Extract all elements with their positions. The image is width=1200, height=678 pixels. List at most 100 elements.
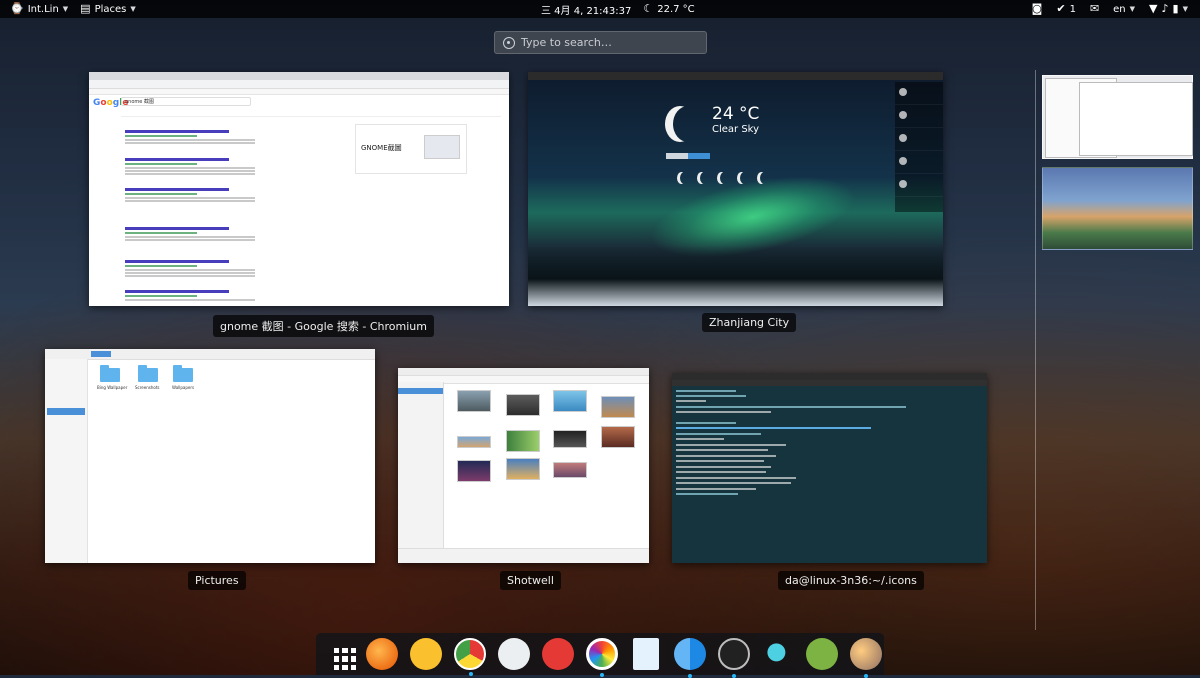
shotwell-titlebar[interactable] xyxy=(398,368,649,376)
browser-address-bar[interactable] xyxy=(89,80,509,89)
finder-icon[interactable] xyxy=(674,638,706,678)
language-indicator[interactable]: en ▼ xyxy=(1107,0,1141,18)
photo-thumbnail[interactable] xyxy=(553,430,587,448)
side-forecast-item[interactable] xyxy=(895,82,943,105)
mail-indicator[interactable]: ✉ xyxy=(1084,0,1105,18)
search-result[interactable] xyxy=(125,260,255,278)
files-sidebar[interactable] xyxy=(45,359,88,563)
search-input[interactable]: Type to search… xyxy=(494,31,707,54)
photo-thumbnail[interactable] xyxy=(506,430,540,452)
photo-thumbnail[interactable] xyxy=(506,394,540,416)
photo-thumbnail[interactable] xyxy=(457,436,491,448)
photo-thumbnail[interactable] xyxy=(457,460,491,482)
clock[interactable]: 三 4月 4, 21:43:37 xyxy=(535,0,637,18)
terminal-line xyxy=(676,466,771,468)
window-caption-shotwell[interactable]: Shotwell xyxy=(500,571,561,590)
terminal-menubar[interactable] xyxy=(672,380,987,386)
weather-toggle-today[interactable] xyxy=(666,153,688,159)
path-bar-active[interactable] xyxy=(91,351,111,357)
sidebar-item[interactable] xyxy=(47,384,85,391)
window-chromium[interactable]: Google gnome 截图 GNOME截圖 xyxy=(89,72,509,306)
side-forecast-item[interactable] xyxy=(895,174,943,197)
chat-bubble-icon[interactable] xyxy=(542,638,574,670)
search-result[interactable] xyxy=(125,227,255,242)
window-weather[interactable]: 24 °C Clear Sky xyxy=(528,72,943,306)
search-result[interactable] xyxy=(125,290,255,302)
browser-bookmarks-bar[interactable] xyxy=(89,89,509,95)
google-search-tabs[interactable] xyxy=(121,112,501,117)
chevron-down-icon: ▼ xyxy=(1182,5,1188,13)
terminal-titlebar[interactable] xyxy=(672,373,987,380)
folder-icon[interactable] xyxy=(100,365,120,382)
screenshot-icon: ◙ xyxy=(1031,2,1043,15)
document-icon[interactable] xyxy=(633,638,659,670)
weather-indicator[interactable]: ☾ 22.7 °C xyxy=(637,0,700,18)
browser-tab-strip[interactable] xyxy=(89,72,509,80)
weather-icon[interactable] xyxy=(850,638,882,678)
show-applications-icon[interactable] xyxy=(322,638,356,670)
user-menu[interactable]: ⌚ Int.Lin ▼ xyxy=(4,0,74,18)
running-indicator xyxy=(600,673,604,677)
terminal-line xyxy=(676,422,736,424)
chevron-down-icon: ▼ xyxy=(1129,5,1136,13)
window-caption-chromium[interactable]: gnome 截图 - Google 搜索 - Chromium xyxy=(213,315,434,337)
folder-icon[interactable] xyxy=(173,365,193,382)
search-result[interactable] xyxy=(125,188,255,203)
weather-side-panel[interactable] xyxy=(895,82,943,212)
system-menu[interactable]: ▼ ♪ ▮ ▼ xyxy=(1143,0,1194,18)
sidebar-item[interactable] xyxy=(47,368,85,375)
sidebar-item-selected[interactable] xyxy=(398,388,443,394)
photos-icon[interactable] xyxy=(586,638,618,677)
google-search-box[interactable]: gnome 截图 xyxy=(121,97,251,106)
screenshot-indicator[interactable]: ◙ xyxy=(1026,0,1049,18)
photo-thumbnail[interactable] xyxy=(553,462,587,478)
sidebar-item[interactable] xyxy=(47,392,85,399)
sidebar-item[interactable] xyxy=(47,376,85,383)
places-menu[interactable]: ▤ Places ▼ xyxy=(74,0,142,18)
notes-icon[interactable] xyxy=(410,638,442,670)
notifications-count: 1 xyxy=(1069,3,1076,15)
photo-thumbnail[interactable] xyxy=(601,396,635,418)
media-player-icon[interactable] xyxy=(806,638,838,670)
window-caption-weather[interactable]: Zhanjiang City xyxy=(702,313,797,332)
chrome-icon[interactable] xyxy=(454,638,486,676)
knowledge-panel[interactable]: GNOME截圖 xyxy=(355,124,467,174)
files-headerbar[interactable] xyxy=(45,349,375,360)
firefox-icon[interactable] xyxy=(366,638,398,670)
sidebar-item[interactable] xyxy=(47,416,85,423)
notifications-indicator[interactable]: ✔ 1 xyxy=(1050,0,1082,18)
sidebar-item[interactable] xyxy=(47,424,85,431)
side-forecast-item[interactable] xyxy=(895,105,943,128)
shotwell-sidebar[interactable] xyxy=(398,382,444,548)
folder-icon[interactable] xyxy=(138,365,158,382)
side-forecast-item[interactable] xyxy=(895,151,943,174)
weather-titlebar[interactable] xyxy=(528,72,943,80)
weather-toggle-forecast[interactable] xyxy=(688,153,710,159)
photo-thumbnail[interactable] xyxy=(553,390,587,412)
window-terminal[interactable] xyxy=(672,373,987,563)
window-caption-terminal[interactable]: da@linux-3n36:~/.icons xyxy=(778,571,924,590)
search-result[interactable] xyxy=(125,130,255,145)
photo-thumbnail[interactable] xyxy=(506,458,540,480)
workspace-thumbnail-1[interactable] xyxy=(1042,75,1193,159)
window-files[interactable]: Bing Wallpaper Screenshots Wallpapers xyxy=(45,349,375,563)
search-icon[interactable] xyxy=(762,638,794,670)
window-shotwell[interactable] xyxy=(398,368,649,563)
forecast-row xyxy=(680,172,769,184)
shotwell-toolbar[interactable] xyxy=(398,548,649,563)
photo-thumbnail[interactable] xyxy=(601,426,635,448)
terminal-icon[interactable] xyxy=(718,638,750,678)
language-label: en xyxy=(1113,3,1126,15)
workspace-thumbnail-2[interactable] xyxy=(1042,167,1193,250)
terminal-line xyxy=(676,395,746,397)
side-forecast-item[interactable] xyxy=(895,128,943,151)
sidebar-item-pictures[interactable] xyxy=(47,408,85,415)
search-result[interactable] xyxy=(125,158,255,176)
sidebar-item[interactable] xyxy=(47,400,85,407)
dock xyxy=(316,633,884,678)
photo-thumbnail[interactable] xyxy=(457,390,491,412)
window-caption-files[interactable]: Pictures xyxy=(188,571,246,590)
mail-clock-icon[interactable] xyxy=(498,638,530,670)
workspace-separator xyxy=(1035,70,1036,630)
sidebar-item[interactable] xyxy=(47,360,85,367)
